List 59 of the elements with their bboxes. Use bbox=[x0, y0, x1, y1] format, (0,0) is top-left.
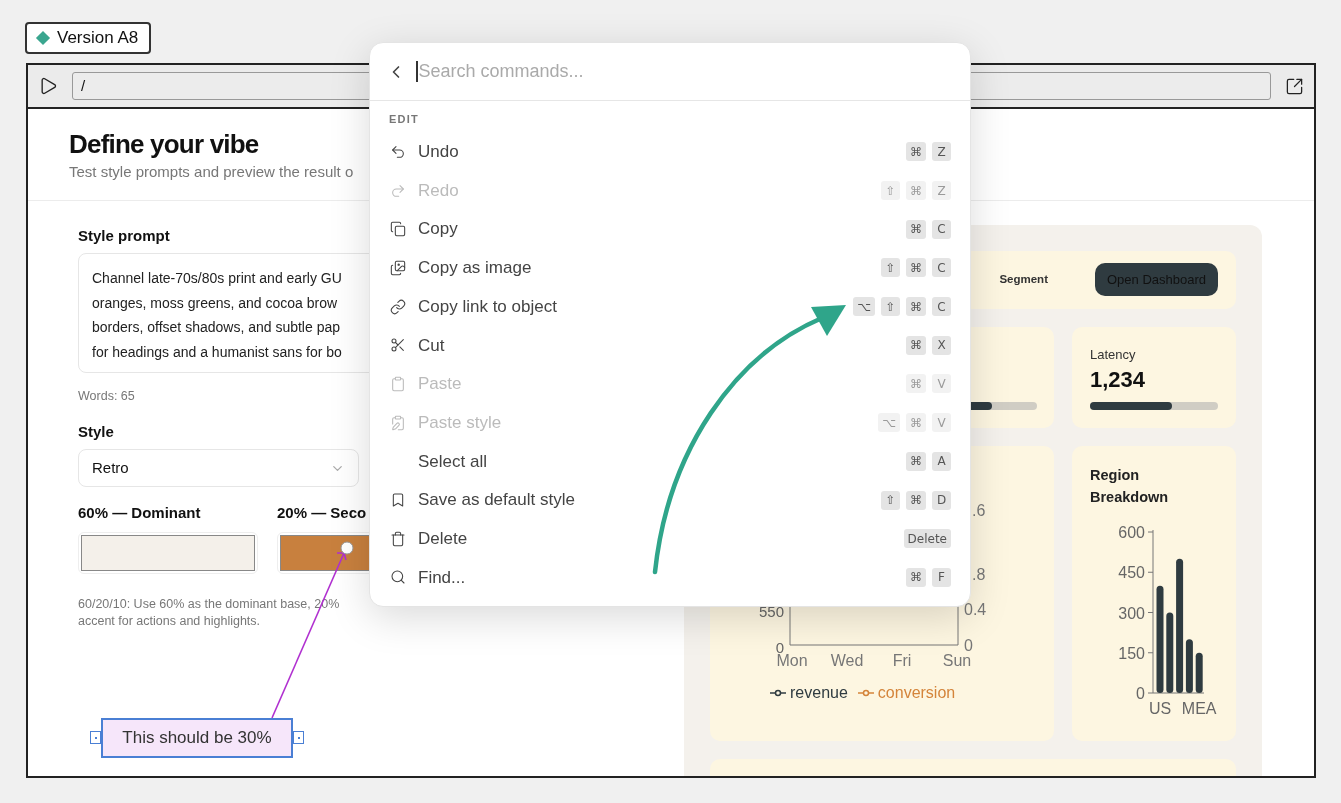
segment-label: Segment bbox=[999, 272, 1048, 288]
section-label: EDIT bbox=[388, 112, 420, 127]
key-cap: ⇧ bbox=[881, 490, 900, 510]
key-cap: ⌘ bbox=[906, 374, 926, 394]
key-cap: ⌘ bbox=[906, 451, 926, 471]
key-cap: ⌘ bbox=[906, 297, 926, 317]
key-cap: ⇧ bbox=[881, 297, 900, 317]
key-cap: C bbox=[932, 258, 951, 278]
word-count: Words: 65 bbox=[78, 388, 135, 405]
key-cap: ⌘ bbox=[906, 258, 926, 278]
key-cap: ⌘ bbox=[906, 567, 926, 587]
key-cap: ⌘ bbox=[906, 413, 926, 433]
chart-title: Region Breakdown bbox=[1090, 465, 1170, 507]
axis-label: MEA bbox=[1181, 699, 1217, 717]
axis-label: .6 bbox=[972, 501, 986, 519]
axis-label: 450 bbox=[1118, 563, 1145, 581]
version-label: Version A8 bbox=[57, 27, 139, 50]
axis-label: Sun bbox=[942, 651, 972, 669]
key-cap: C bbox=[932, 219, 951, 239]
page-title: Define your vibe bbox=[69, 128, 259, 161]
axis-label: Wed bbox=[830, 651, 864, 669]
key-cap: Delete bbox=[903, 529, 951, 549]
metric-label: Latency bbox=[1090, 346, 1137, 365]
legend-item: revenue bbox=[770, 680, 848, 705]
swatch-label: 20% — Seco bbox=[277, 503, 368, 524]
key-cap: V bbox=[932, 374, 951, 394]
page-subtitle: Test style prompts and preview the result o bbox=[69, 162, 354, 182]
axis-label: 300 bbox=[1118, 604, 1145, 621]
key-cap: ⌘ bbox=[906, 142, 926, 162]
key-cap: ⌥ bbox=[878, 413, 900, 433]
axis-label: US bbox=[1148, 699, 1172, 717]
key-cap: Z bbox=[932, 142, 951, 162]
axis-label: .8 bbox=[972, 565, 986, 583]
key-cap: ⌥ bbox=[853, 297, 875, 317]
field-label: Style prompt bbox=[78, 225, 170, 246]
key-cap: C bbox=[932, 297, 951, 317]
axis-label: Fri bbox=[892, 651, 912, 669]
axis-label: 550 bbox=[758, 602, 784, 620]
key-cap: ⇧ bbox=[881, 258, 900, 278]
axis-label: 150 bbox=[1118, 644, 1145, 662]
field-label: Style bbox=[78, 421, 114, 442]
key-cap: ⇧ bbox=[881, 181, 900, 201]
key-cap: V bbox=[932, 413, 951, 433]
key-cap: ⌘ bbox=[906, 219, 926, 239]
key-cap: ⌘ bbox=[906, 490, 926, 510]
legend-item: conversion bbox=[857, 680, 956, 705]
key-cap: ⌘ bbox=[906, 335, 926, 355]
key-cap: D bbox=[932, 490, 951, 510]
metric-value: 1,234 bbox=[1090, 365, 1147, 394]
key-cap: Z bbox=[932, 181, 951, 201]
axis-label: 600 bbox=[1118, 523, 1145, 541]
key-cap: A bbox=[932, 451, 951, 471]
key-cap: X bbox=[932, 335, 951, 355]
axis-label: 0.4 bbox=[964, 600, 987, 618]
key-cap: F bbox=[932, 567, 951, 587]
axis-label: 0 bbox=[1136, 684, 1145, 702]
key-cap: ⌘ bbox=[906, 181, 926, 201]
axis-label: 0 bbox=[964, 636, 973, 654]
swatch-label: 60% — Dominant bbox=[78, 503, 202, 524]
